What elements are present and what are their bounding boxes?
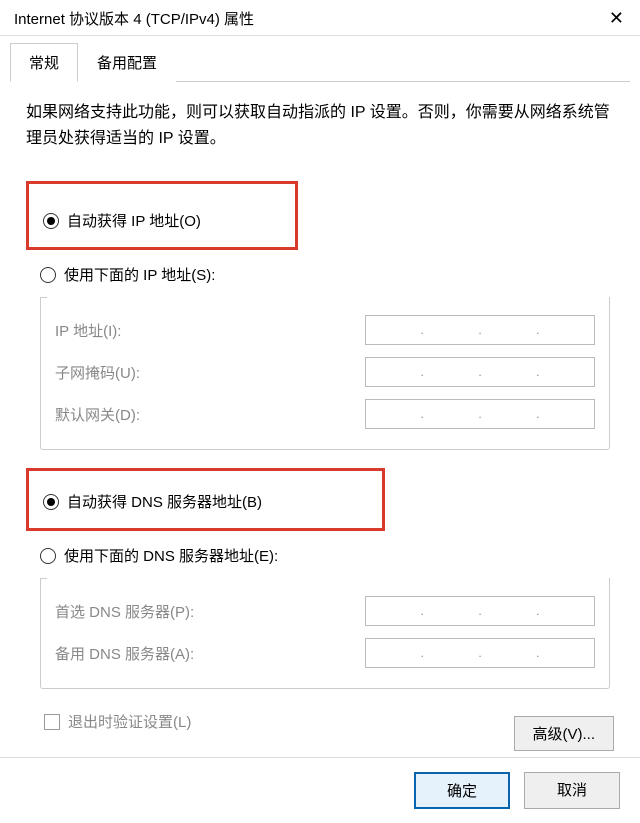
tab-alternate[interactable]: 备用配置 bbox=[78, 43, 176, 82]
radio-label: 使用下面的 IP 地址(S): bbox=[64, 264, 215, 285]
label-default-gateway: 默认网关(D): bbox=[55, 404, 140, 425]
highlight-dns-auto: 自动获得 DNS 服务器地址(B) bbox=[26, 468, 385, 531]
label-subnet-mask: 子网掩码(U): bbox=[55, 362, 140, 383]
close-icon[interactable]: ✕ bbox=[605, 8, 628, 29]
description-text: 如果网络支持此功能，则可以获取自动指派的 IP 设置。否则，你需要从网络系统管理… bbox=[26, 100, 614, 151]
field-dns-preferred: 首选 DNS 服务器(P): ... bbox=[55, 590, 595, 632]
tab-general[interactable]: 常规 bbox=[10, 43, 78, 82]
radio-icon bbox=[40, 267, 56, 283]
radio-ip-manual[interactable]: 使用下面的 IP 地址(S): bbox=[26, 258, 614, 291]
field-default-gateway: 默认网关(D): ... bbox=[55, 393, 595, 435]
label-dns-preferred: 首选 DNS 服务器(P): bbox=[55, 601, 194, 622]
input-dns-preferred[interactable]: ... bbox=[365, 596, 595, 626]
field-dns-alt: 备用 DNS 服务器(A): ... bbox=[55, 632, 595, 674]
input-default-gateway[interactable]: ... bbox=[365, 399, 595, 429]
radio-label: 自动获得 DNS 服务器地址(B) bbox=[67, 491, 262, 512]
field-subnet-mask: 子网掩码(U): ... bbox=[55, 351, 595, 393]
titlebar: Internet 协议版本 4 (TCP/IPv4) 属性 ✕ bbox=[0, 0, 640, 36]
advanced-button[interactable]: 高级(V)... bbox=[514, 716, 615, 751]
input-dns-alt[interactable]: ... bbox=[365, 638, 595, 668]
radio-icon bbox=[43, 494, 59, 510]
ip-fields: IP 地址(I): ... 子网掩码(U): ... 默认网关(D): ... bbox=[40, 297, 610, 450]
radio-dns-auto[interactable]: 自动获得 DNS 服务器地址(B) bbox=[29, 485, 382, 518]
radio-label: 自动获得 IP 地址(O) bbox=[67, 210, 201, 231]
label-dns-alt: 备用 DNS 服务器(A): bbox=[55, 643, 194, 664]
checkbox-label: 退出时验证设置(L) bbox=[68, 711, 191, 732]
field-ip-address: IP 地址(I): ... bbox=[55, 309, 595, 351]
window-title: Internet 协议版本 4 (TCP/IPv4) 属性 bbox=[14, 8, 254, 29]
radio-label: 使用下面的 DNS 服务器地址(E): bbox=[64, 545, 278, 566]
cancel-button[interactable]: 取消 bbox=[524, 772, 620, 809]
label-ip-address: IP 地址(I): bbox=[55, 320, 121, 341]
radio-icon bbox=[40, 548, 56, 564]
tab-content: 如果网络支持此功能，则可以获取自动指派的 IP 设置。否则，你需要从网络系统管理… bbox=[0, 82, 640, 742]
dialog-footer: 确定 取消 bbox=[0, 757, 640, 823]
input-ip-address[interactable]: ... bbox=[365, 315, 595, 345]
checkbox-icon bbox=[44, 714, 60, 730]
radio-icon bbox=[43, 213, 59, 229]
input-subnet-mask[interactable]: ... bbox=[365, 357, 595, 387]
ok-button[interactable]: 确定 bbox=[414, 772, 510, 809]
tabstrip: 常规 备用配置 bbox=[10, 42, 630, 82]
highlight-ip-auto: 自动获得 IP 地址(O) bbox=[26, 181, 298, 250]
dns-fields: 首选 DNS 服务器(P): ... 备用 DNS 服务器(A): ... bbox=[40, 578, 610, 689]
radio-ip-auto[interactable]: 自动获得 IP 地址(O) bbox=[29, 204, 295, 237]
radio-dns-manual[interactable]: 使用下面的 DNS 服务器地址(E): bbox=[26, 539, 614, 572]
